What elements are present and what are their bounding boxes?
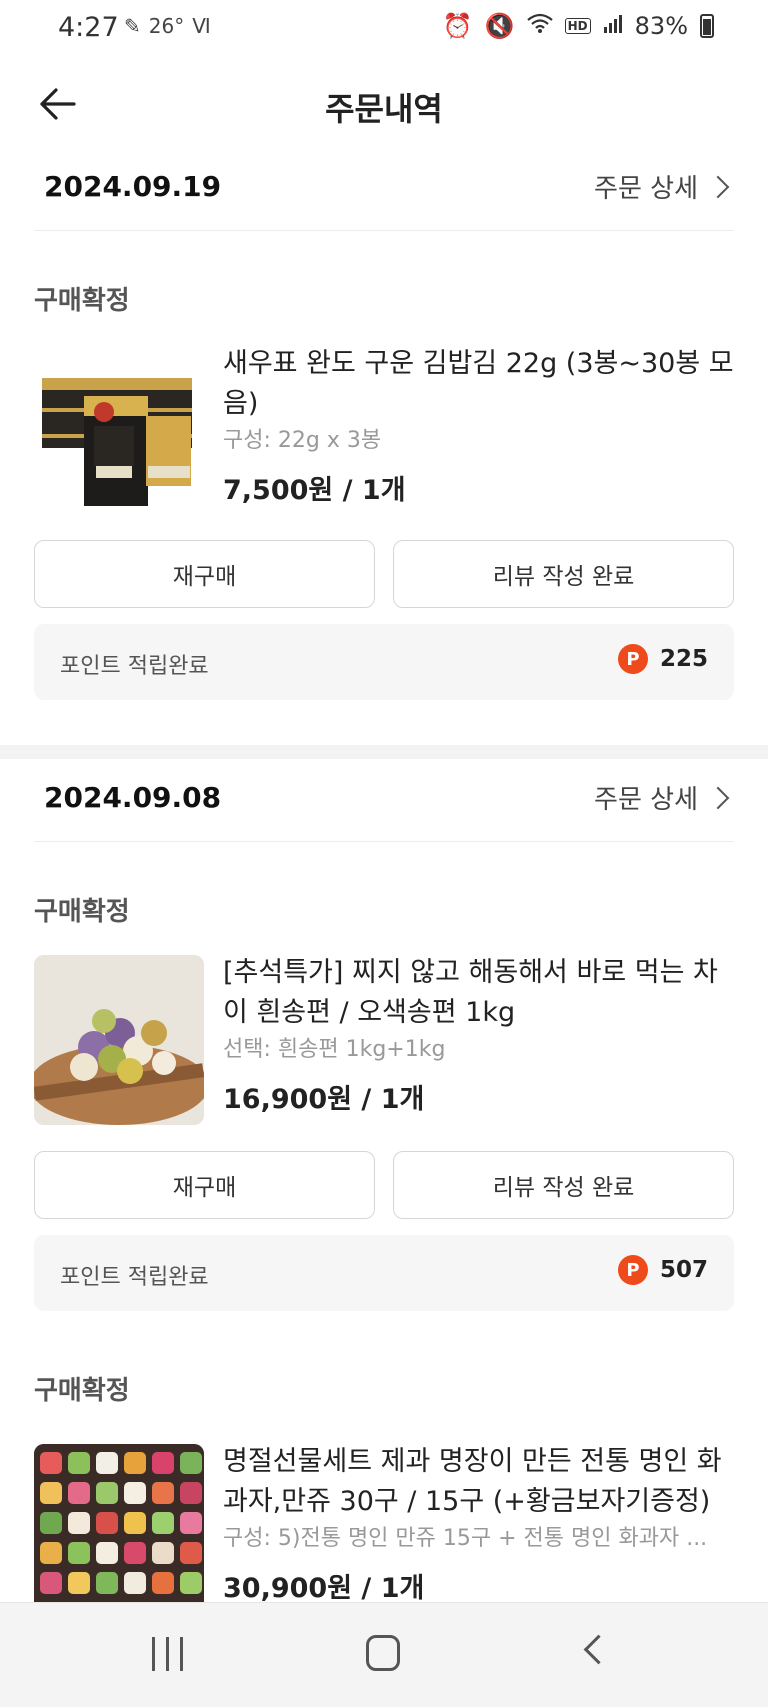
product-option: 구성: 22g x 3봉	[223, 428, 382, 453]
app-notification-icon: Ⅵ	[192, 14, 211, 38]
product-item[interactable]: [추석특가] 찌지 않고 해동해서 바로 먹는 차이 흰송편 / 오색송편 1k…	[34, 955, 734, 1125]
product-title[interactable]: 명절선물세트 제과 명장이 만든 전통 명인 화과자,만쥬 30구 / 15구 …	[223, 1442, 734, 1522]
points-info: 포인트 적립완료 P 507	[34, 1235, 734, 1311]
status-time: 4:27	[58, 12, 119, 43]
wifi-icon	[526, 12, 553, 40]
chevron-right-icon	[706, 175, 730, 198]
hd-voice-badge: HD	[564, 18, 591, 34]
order-date: 2024.09.19	[44, 170, 222, 203]
order-detail-label: 주문 상세	[594, 785, 698, 815]
point-icon: P	[617, 1255, 648, 1285]
order-card: 2024.09.19 주문 상세 구매확정 새우표 완도 구운 김밥김 22g …	[0, 150, 768, 742]
order-detail-link[interactable]: 주문 상세	[594, 168, 734, 205]
rebuy-button[interactable]: 재구매	[34, 540, 375, 608]
notification-icon: ✎	[124, 14, 141, 38]
product-price: 7,500원 / 1개	[223, 475, 406, 506]
recent-apps-icon-bar	[180, 1637, 183, 1671]
product-image[interactable]	[34, 346, 204, 516]
product-title[interactable]: [추석특가] 찌지 않고 해동해서 바로 먹는 차이 흰송편 / 오색송편 1k…	[223, 953, 734, 1033]
product-price: 16,900원 / 1개	[223, 1084, 425, 1115]
product-thumbnail-graphic	[42, 378, 192, 506]
section-divider	[0, 745, 768, 759]
points-value: 507	[659, 1257, 708, 1283]
chevron-right-icon	[706, 786, 730, 809]
order-actions: 재구매 리뷰 작성 완료	[34, 1151, 734, 1219]
order-status: 구매확정	[34, 1376, 130, 1406]
points-label: 포인트 적립완료	[60, 1265, 209, 1290]
mute-icon: 🔇	[484, 12, 515, 40]
points-amount: P 507	[617, 1255, 708, 1285]
status-bar: 4:27 ✎ 26° Ⅵ ⏰ 🔇 HD 83%	[0, 0, 768, 56]
product-title[interactable]: 새우표 완도 구운 김밥김 22g (3봉~30봉 모음)	[223, 344, 734, 424]
weather-temp: 26°	[148, 14, 185, 38]
recent-apps-icon	[152, 1637, 155, 1671]
status-indicators: ⏰ 🔇 HD 83%	[443, 12, 714, 40]
order-header: 2024.09.19 주문 상세	[34, 150, 734, 231]
review-complete-button[interactable]: 리뷰 작성 완료	[393, 540, 734, 608]
product-item[interactable]: 새우표 완도 구운 김밥김 22g (3봉~30봉 모음) 구성: 22g x …	[34, 346, 734, 516]
alarm-icon: ⏰	[442, 12, 473, 40]
product-option: 구성: 5)전통 명인 만쥬 15구 + 전통 명인 화과자 ...	[223, 1526, 708, 1551]
order-status: 구매확정	[34, 897, 130, 927]
order-status: 구매확정	[34, 286, 130, 316]
page-title: 주문내역	[325, 90, 443, 128]
product-thumbnail-graphic	[34, 1444, 204, 1603]
product-price: 30,900원 / 1개	[223, 1573, 425, 1603]
signal-icon	[603, 12, 623, 40]
order-detail-link[interactable]: 주문 상세	[594, 779, 734, 816]
status-notification-icons: ✎ 26° Ⅵ	[124, 14, 211, 38]
recent-apps-icon-bar	[166, 1637, 169, 1671]
battery-icon	[700, 14, 714, 38]
home-button[interactable]	[366, 1635, 400, 1671]
recent-apps-button[interactable]	[152, 1637, 188, 1671]
product-image[interactable]	[34, 1444, 204, 1603]
points-info: 포인트 적립완료 P 225	[34, 624, 734, 700]
system-back-button[interactable]	[583, 1634, 614, 1665]
product-thumbnail-graphic	[34, 955, 204, 1125]
rebuy-button[interactable]: 재구매	[34, 1151, 375, 1219]
order-date: 2024.09.08	[44, 781, 222, 814]
points-label: 포인트 적립완료	[60, 654, 209, 679]
order-header: 2024.09.08 주문 상세	[34, 761, 734, 842]
point-icon: P	[617, 644, 648, 674]
order-card: 2024.09.08 주문 상세 구매확정 [추석특가] 찌지 않고 해동해서 …	[0, 761, 768, 1321]
product-option: 선택: 흰송편 1kg+1kg	[223, 1037, 446, 1062]
review-complete-button[interactable]: 리뷰 작성 완료	[393, 1151, 734, 1219]
order-item-additional: 구매확정 명절선물세트 제과 명장이 만든 전통 명인 화과자,만쥬 30구 /…	[0, 1370, 768, 1603]
app-header: 주문내역	[0, 60, 768, 148]
system-navigation-bar	[0, 1602, 768, 1707]
order-actions: 재구매 리뷰 작성 완료	[34, 540, 734, 608]
battery-percent: 83%	[634, 12, 688, 40]
points-amount: P 225	[617, 644, 708, 674]
product-item[interactable]: 명절선물세트 제과 명장이 만든 전통 명인 화과자,만쥬 30구 / 15구 …	[34, 1444, 734, 1603]
points-value: 225	[659, 646, 708, 672]
product-image[interactable]	[34, 955, 204, 1125]
order-detail-label: 주문 상세	[594, 174, 698, 204]
